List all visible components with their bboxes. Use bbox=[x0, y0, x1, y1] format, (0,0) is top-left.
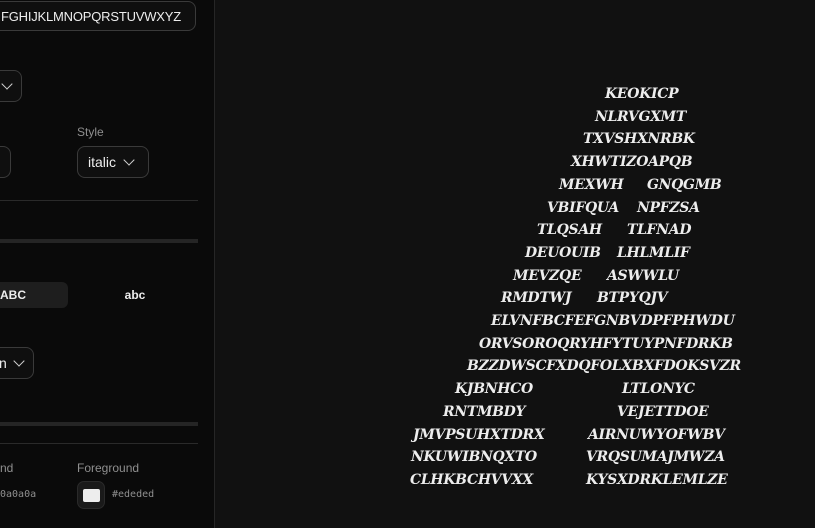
art-line-left: RNTMBDY bbox=[443, 403, 526, 420]
foreground-hex: #ededed bbox=[112, 489, 155, 500]
art-line-left: CLHKBCHVVXX bbox=[410, 471, 533, 488]
art-line-right: VRQSUMAJMWZA bbox=[586, 449, 725, 466]
ascii-art-canvas: KEOKICP NLRVGXMT TXVSHXNRBK XHWTIZOAPQB MEXW… bbox=[215, 0, 815, 528]
style-label: Style bbox=[77, 125, 104, 139]
art-line-left: RMDTWJ bbox=[501, 290, 572, 307]
art-line-left: VBIFQUA bbox=[547, 199, 619, 216]
foreground-color-swatch[interactable] bbox=[77, 481, 105, 509]
art-line-right: ASWWLU bbox=[607, 267, 679, 284]
art-line-left: TXVSHXNRBK bbox=[583, 131, 695, 148]
art-line-right: NPFZSA bbox=[637, 199, 700, 216]
art-line-left: MEVZQE bbox=[513, 267, 582, 284]
align-select-value: n bbox=[0, 355, 7, 371]
settings-sidebar: FGHIJKLMNOPQRSTUVWXYZ Style italic ABC a… bbox=[0, 0, 215, 528]
art-line-left: DEUOUIB bbox=[525, 244, 601, 261]
uppercase-label: ABC bbox=[0, 288, 26, 302]
art-line-right: LTLONYC bbox=[622, 381, 695, 398]
art-line-left: TLQSAH bbox=[537, 222, 602, 239]
lowercase-label: abc bbox=[124, 288, 146, 302]
lowercase-button[interactable]: abc bbox=[104, 282, 166, 308]
art-line-left: NKUWIBNQXTO bbox=[411, 449, 537, 466]
art-line-right: BTPYQJV bbox=[597, 290, 668, 307]
section-divider-thick bbox=[0, 422, 198, 426]
background-hex: 0a0a0a bbox=[0, 489, 37, 500]
art-line-left: XHWTIZOAPQB bbox=[571, 154, 693, 171]
weight-select[interactable] bbox=[0, 146, 11, 178]
foreground-color-fill bbox=[83, 489, 100, 502]
section-divider-thick bbox=[0, 239, 198, 243]
art-line-right: VEJETTDOE bbox=[617, 403, 709, 420]
art-line-left: ORVSOROQRYHFYTUYPNFDRKB bbox=[479, 335, 733, 352]
art-line-left: KEOKICP bbox=[605, 86, 679, 102]
chevron-down-icon bbox=[13, 355, 25, 367]
section-divider bbox=[0, 443, 198, 444]
art-line-left: ELVNFBCFEFGNBVDPFPHWDU bbox=[491, 313, 735, 329]
font-select[interactable] bbox=[0, 70, 22, 102]
foreground-label: Foreground bbox=[77, 461, 140, 475]
art-line-left: NLRVGXMT bbox=[595, 108, 686, 125]
uppercase-button[interactable]: ABC bbox=[0, 282, 68, 308]
chevron-down-icon bbox=[1, 78, 13, 90]
art-line-right: LHLMLIF bbox=[617, 244, 690, 261]
art-line-right: TLFNAD bbox=[627, 222, 692, 239]
style-select[interactable]: italic bbox=[77, 146, 149, 178]
art-line-left: JMVPSUHXTDRX bbox=[413, 426, 545, 443]
section-divider bbox=[0, 200, 198, 201]
style-select-value: italic bbox=[88, 154, 117, 170]
art-line-right: GNQGMB bbox=[647, 176, 722, 193]
art-line-right: KYSXDRKLEMLZE bbox=[586, 471, 728, 488]
background-label: nd bbox=[0, 461, 14, 475]
art-line-left: KJBNHCO bbox=[455, 381, 533, 398]
art-line-right: AIRNUWYOFWBV bbox=[588, 426, 725, 443]
chevron-down-icon bbox=[123, 154, 135, 166]
art-line-left: BZZDWSCFXDQFOLXBXFDOKSVZR bbox=[467, 358, 741, 375]
text-input[interactable]: FGHIJKLMNOPQRSTUVWXYZ bbox=[0, 1, 196, 31]
align-select[interactable]: n bbox=[0, 347, 34, 379]
art-line-left: MEXWH bbox=[559, 176, 624, 193]
